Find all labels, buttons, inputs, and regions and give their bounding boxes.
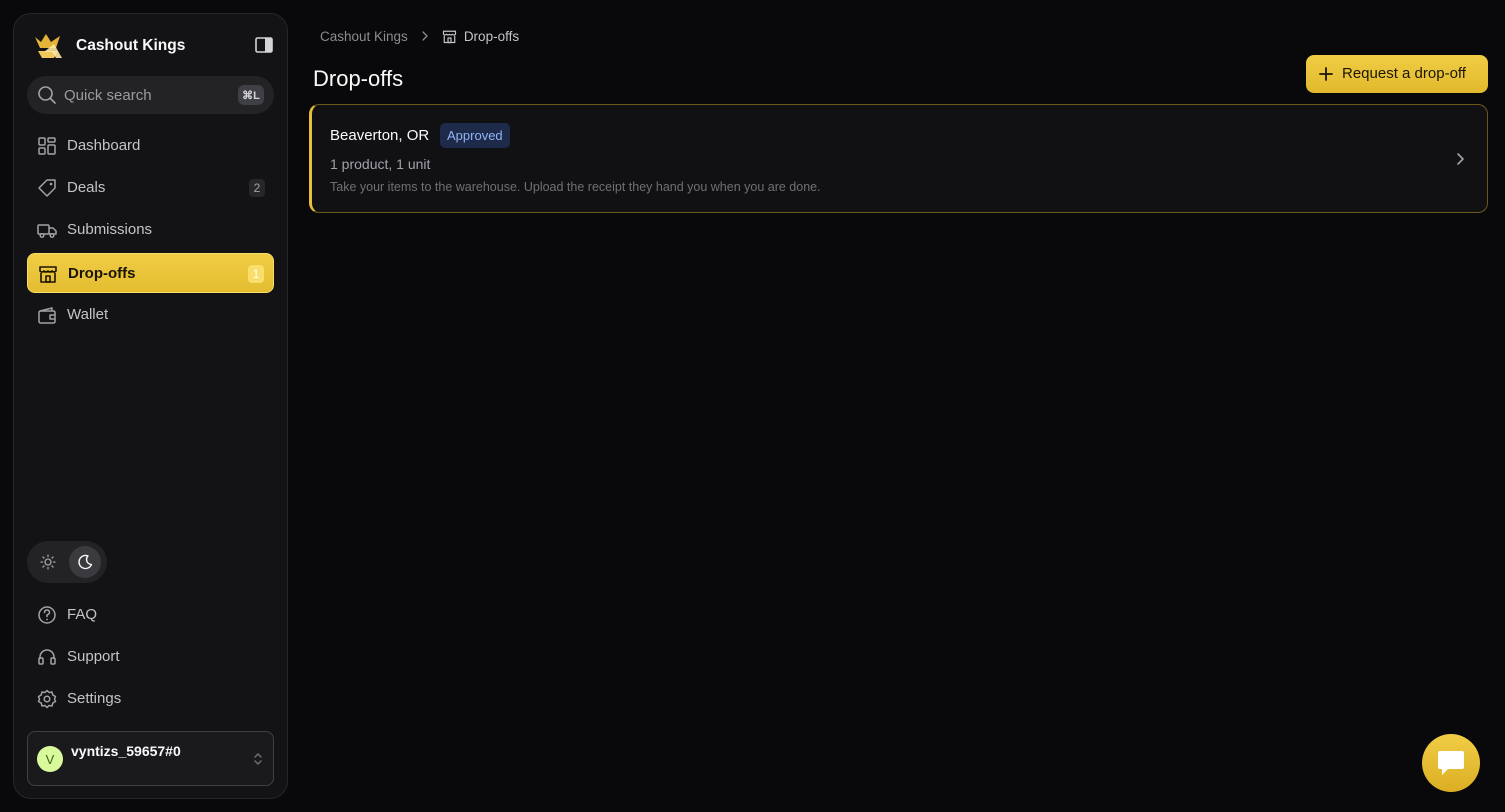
breadcrumb-current: Drop-offs: [463, 28, 520, 44]
wallet-icon: [38, 307, 56, 324]
drop-off-card[interactable]: Beaverton, OR Approved 1 product, 1 unit…: [309, 104, 1488, 213]
deals-count-badge: 2: [249, 179, 265, 197]
quick-search[interactable]: ⌘L: [27, 76, 274, 114]
theme-toggle[interactable]: [27, 541, 107, 583]
status-badge: Approved: [440, 123, 510, 148]
sidebar-item-label: Wallet: [67, 306, 109, 323]
sidebar: Cashout Kings ⌘L Dashboard Deals 2: [13, 13, 288, 799]
sidebar-item-submissions[interactable]: Submissions: [27, 210, 274, 250]
chevron-right-icon: [422, 31, 428, 41]
brand-name: Cashout Kings: [76, 37, 186, 54]
chevron-right-icon: [1457, 153, 1464, 165]
plus-icon: [1319, 67, 1333, 81]
drop-offs-count-badge: 1: [248, 265, 264, 283]
sidebar-item-label: Dashboard: [67, 137, 141, 154]
button-label: Request a drop-off: [1342, 65, 1466, 82]
sidebar-toggle-icon[interactable]: [255, 37, 273, 53]
search-icon: [38, 86, 56, 104]
drop-off-summary: 1 product, 1 unit: [330, 156, 431, 172]
chat-button[interactable]: [1422, 734, 1480, 792]
dashboard-icon: [38, 137, 56, 155]
page-title: Drop-offs: [313, 66, 404, 91]
chat-icon: [1438, 751, 1464, 775]
sidebar-item-label: Settings: [67, 690, 122, 707]
sidebar-item-settings[interactable]: Settings: [27, 679, 274, 719]
sidebar-item-wallet[interactable]: Wallet: [27, 295, 274, 335]
search-shortcut: ⌘L: [238, 85, 264, 105]
sidebar-item-label: Deals: [67, 179, 106, 196]
user-menu[interactable]: V vyntizs_59657#0: [27, 731, 274, 786]
request-drop-off-button[interactable]: Request a drop-off: [1306, 55, 1488, 93]
store-icon: [442, 30, 456, 43]
sidebar-item-dashboard[interactable]: Dashboard: [27, 126, 274, 166]
truck-icon: [37, 224, 57, 239]
breadcrumb-root[interactable]: Cashout Kings: [320, 29, 408, 44]
sidebar-item-label: Drop-offs: [68, 265, 136, 282]
breadcrumb: Cashout Kings Drop-offs: [320, 27, 519, 45]
sun-icon: [40, 554, 56, 570]
light-theme-button[interactable]: [32, 546, 64, 578]
help-circle-icon: [38, 606, 56, 624]
chevrons-up-down-icon: [254, 753, 262, 765]
drop-off-location: Beaverton, OR: [330, 127, 430, 144]
sidebar-item-support[interactable]: Support: [27, 637, 274, 677]
gear-icon: [37, 689, 57, 709]
sidebar-item-deals[interactable]: Deals 2: [27, 168, 274, 208]
search-input[interactable]: [64, 85, 224, 105]
headset-icon: [38, 649, 56, 665]
crown-logo-icon: [35, 34, 62, 58]
store-icon: [39, 266, 57, 283]
tag-icon: [38, 179, 56, 197]
sidebar-item-label: Submissions: [67, 221, 153, 238]
drop-off-description: Take your items to the warehouse. Upload…: [330, 180, 821, 194]
sidebar-item-label: FAQ: [67, 606, 98, 623]
sidebar-item-faq[interactable]: FAQ: [27, 595, 274, 635]
user-name: vyntizs_59657#0: [71, 743, 181, 759]
sidebar-item-label: Support: [67, 648, 120, 665]
brand[interactable]: Cashout Kings: [32, 30, 185, 62]
moon-icon: [78, 554, 93, 570]
avatar: V: [37, 746, 63, 772]
dark-theme-button[interactable]: [69, 546, 101, 578]
sidebar-item-drop-offs[interactable]: Drop-offs 1: [27, 253, 274, 293]
